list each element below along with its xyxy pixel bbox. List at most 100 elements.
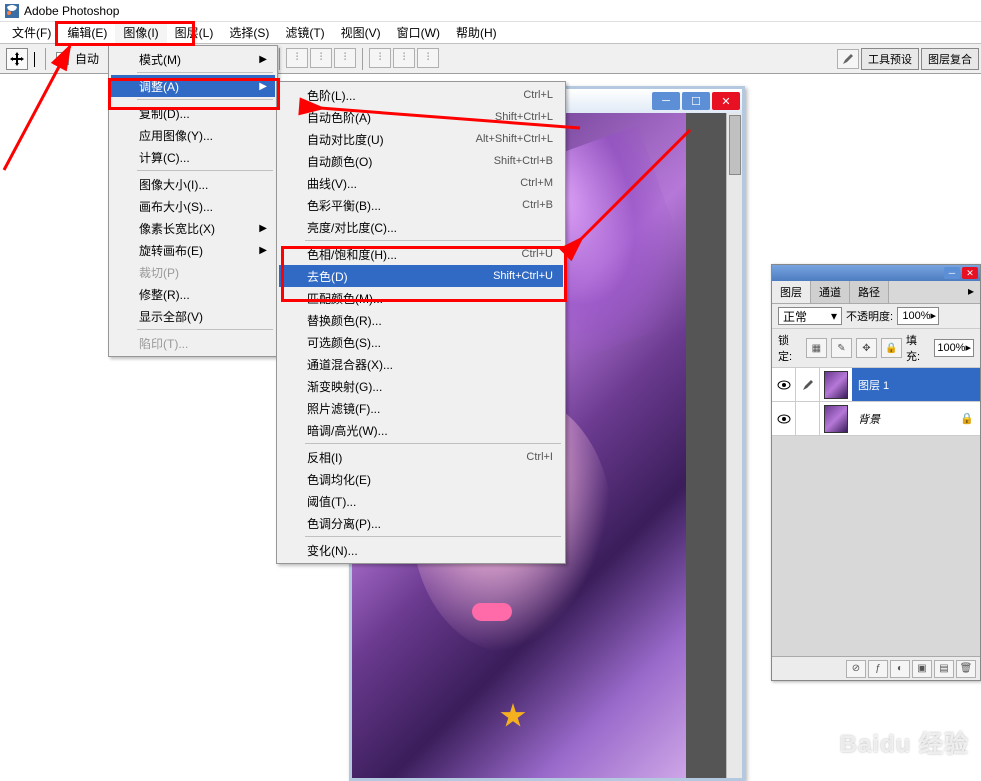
menu-item[interactable]: 替换颜色(R)... [279,309,563,331]
tool-dropdown-icon[interactable] [34,52,35,66]
lock-position-icon[interactable]: ✥ [856,338,877,358]
layer-comps-tab[interactable]: 图层复合 [921,48,979,70]
auto-checkbox[interactable] [56,52,69,65]
lock-all-icon[interactable]: 🔒 [881,338,902,358]
menu-item[interactable]: 阈值(T)... [279,490,563,512]
title-bar: Adobe Photoshop [0,0,981,22]
menu-item[interactable]: 模式(M)▶ [111,48,275,70]
visibility-toggle[interactable] [772,402,796,435]
menu-item[interactable]: 计算(C)... [111,146,275,168]
distribute-bottom-icon[interactable]: ⫶ [334,48,356,68]
close-button[interactable]: ✕ [712,92,740,110]
menu-view[interactable]: 视图(V) [333,22,389,43]
menu-item[interactable]: 通道混合器(X)... [279,353,563,375]
panel-menu-icon[interactable]: ▸ [962,281,980,303]
visibility-toggle[interactable] [772,368,796,401]
tab-paths[interactable]: 路径 [850,281,889,303]
menu-item[interactable]: 复制(D)... [111,102,275,124]
menu-item[interactable]: 反相(I)Ctrl+I [279,446,563,468]
layer-thumbnail[interactable] [824,405,848,433]
panel-close-icon[interactable]: ✕ [962,267,978,279]
layer-name[interactable]: 图层 1 [852,368,980,401]
menu-item[interactable]: 自动对比度(U)Alt+Shift+Ctrl+L [279,128,563,150]
menu-item[interactable]: 渐变映射(G)... [279,375,563,397]
panel-minimize-icon[interactable]: ─ [944,267,960,279]
menu-item[interactable]: 像素长宽比(X)▶ [111,217,275,239]
layer-item[interactable]: 图层 1 [772,368,980,402]
watermark: Baidu 经验 [840,724,969,759]
menu-file[interactable]: 文件(F) [4,22,59,43]
distribute-hcenter-icon[interactable]: ⫶ [393,48,415,68]
layer-style-icon[interactable]: ƒ [868,660,888,678]
menu-item-label: 亮度/对比度(C)... [307,219,397,236]
menu-item[interactable]: 色相/饱和度(H)...Ctrl+U [279,243,563,265]
distribute-vcenter-icon[interactable]: ⫶ [310,48,332,68]
menu-item[interactable]: 修整(R)... [111,283,275,305]
menu-layer[interactable]: 图层(L) [167,22,222,43]
layer-list-empty [772,436,980,656]
distribute-top-icon[interactable]: ⫶ [286,48,308,68]
menu-item[interactable]: 色彩平衡(B)...Ctrl+B [279,194,563,216]
menu-item[interactable]: 变化(N)... [279,539,563,561]
menu-item[interactable]: 显示全部(V) [111,305,275,327]
menu-item[interactable]: 暗调/高光(W)... [279,419,563,441]
scrollbar-thumb[interactable] [729,115,741,175]
move-tool-icon[interactable] [6,48,28,70]
menu-item[interactable]: 图像大小(I)... [111,173,275,195]
layer-name[interactable]: 背景 [852,402,960,435]
menu-item[interactable]: 色阶(L)...Ctrl+L [279,84,563,106]
brush-icon[interactable] [837,49,859,69]
menu-item[interactable]: 应用图像(Y)... [111,124,275,146]
menu-item[interactable]: 调整(A)▶ [111,75,275,97]
menu-item[interactable]: 匹配颜色(M)... [279,287,563,309]
lock-brush-icon[interactable]: ✎ [831,338,852,358]
fill-input[interactable]: 100%▸ [934,339,974,357]
lock-label: 锁定: [778,332,802,364]
distribute-right-icon[interactable]: ⫶ [417,48,439,68]
app-logo-icon [4,3,20,19]
menu-item[interactable]: 色调均化(E) [279,468,563,490]
menu-item[interactable]: 亮度/对比度(C)... [279,216,563,238]
link-layers-icon[interactable]: ⊘ [846,660,866,678]
lock-icon: 🔒 [960,412,974,425]
lock-pixels-icon[interactable]: ▦ [806,338,827,358]
opacity-input[interactable]: 100%▸ [897,307,939,325]
vertical-scrollbar[interactable] [726,113,742,778]
distribute-left-icon[interactable]: ⫶ [369,48,391,68]
link-cell[interactable] [796,402,820,435]
panel-titlebar[interactable]: ─ ✕ [772,265,980,281]
menu-filter[interactable]: 滤镜(T) [277,22,332,43]
menu-shortcut: Ctrl+U [522,248,553,260]
menu-help[interactable]: 帮助(H) [448,22,505,43]
layer-mask-icon[interactable]: ◐ [890,660,910,678]
menu-image[interactable]: 图像(I) [115,22,166,43]
menu-window[interactable]: 窗口(W) [389,22,448,43]
layer-thumbnail[interactable] [824,371,848,399]
layer-item[interactable]: 背景 🔒 [772,402,980,436]
minimize-button[interactable]: ─ [652,92,680,110]
opacity-label: 不透明度: [846,308,893,324]
delete-layer-icon[interactable]: 🗑 [956,660,976,678]
menu-item[interactable]: 照片滤镜(F)... [279,397,563,419]
tool-presets-tab[interactable]: 工具预设 [861,48,919,70]
menu-item-label: 色阶(L)... [307,87,356,104]
menu-edit[interactable]: 编辑(E) [59,22,115,43]
menu-select[interactable]: 选择(S) [221,22,277,43]
menu-item[interactable]: 画布大小(S)... [111,195,275,217]
menu-item[interactable]: 自动颜色(O)Shift+Ctrl+B [279,150,563,172]
tab-channels[interactable]: 通道 [811,281,850,303]
menu-item[interactable]: 自动色阶(A)Shift+Ctrl+L [279,106,563,128]
menu-item[interactable]: 色调分离(P)... [279,512,563,534]
new-group-icon[interactable]: ▣ [912,660,932,678]
menu-item-label: 自动对比度(U) [307,131,384,148]
panel-tabs: 图层 通道 路径 ▸ [772,281,980,304]
blend-mode-select[interactable]: 正常 ▾ [778,307,842,325]
menu-item[interactable]: 旋转画布(E)▶ [111,239,275,261]
tab-layers[interactable]: 图层 [772,281,811,303]
maximize-button[interactable]: ☐ [682,92,710,110]
menu-item[interactable]: 可选颜色(S)... [279,331,563,353]
new-layer-icon[interactable]: ▤ [934,660,954,678]
menu-item[interactable]: 曲线(V)...Ctrl+M [279,172,563,194]
link-cell[interactable] [796,368,820,401]
menu-item[interactable]: 去色(D)Shift+Ctrl+U [279,265,563,287]
